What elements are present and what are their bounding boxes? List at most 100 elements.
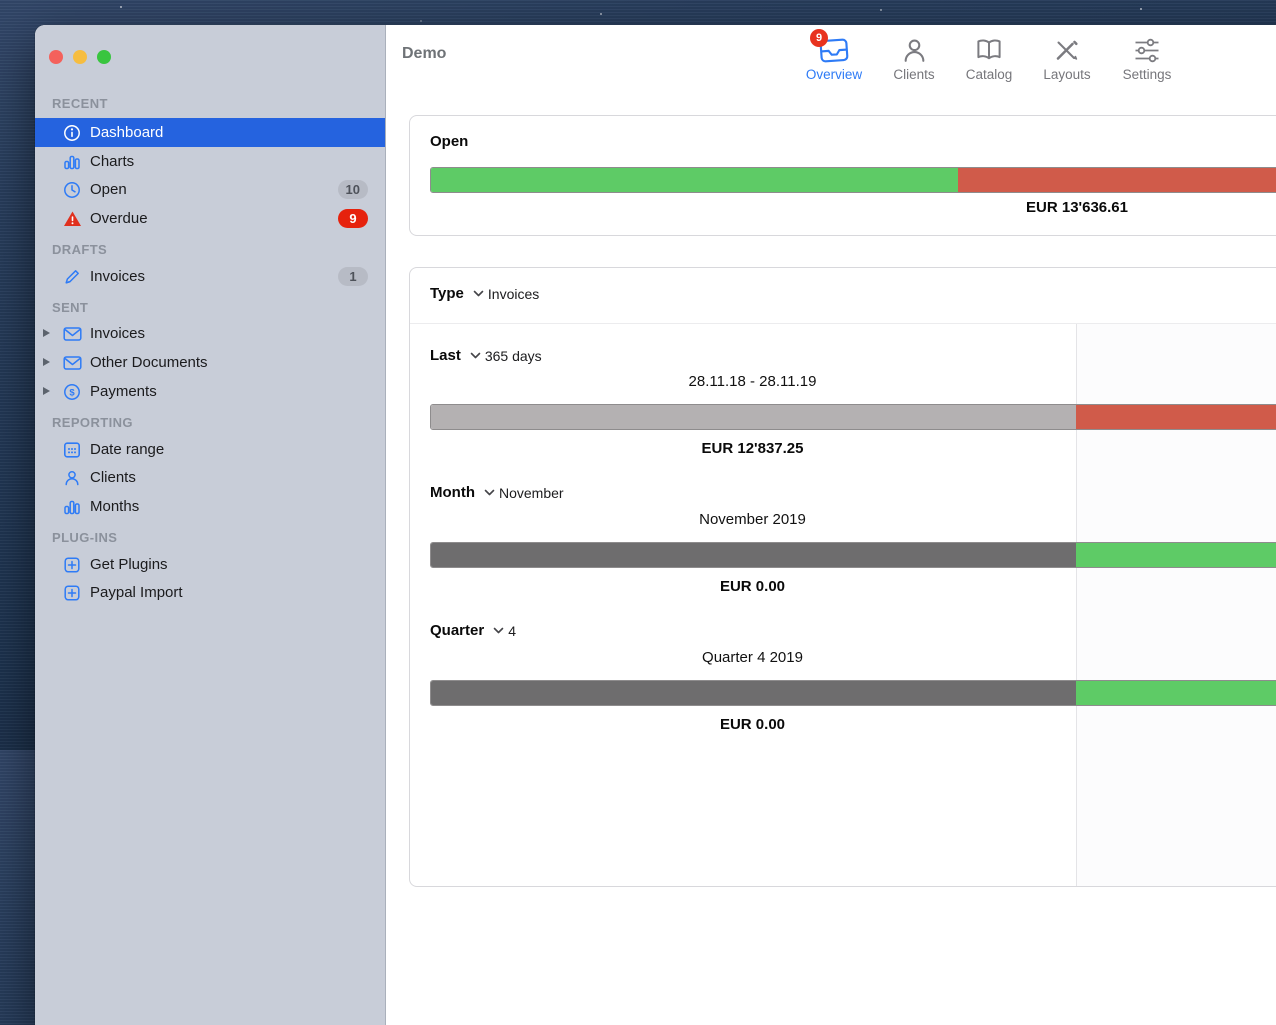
pencil-icon [62,267,82,287]
bar-chart-icon [62,152,82,172]
section-header-reporting: REPORTING [52,414,133,432]
inbox-tray-icon: 9 [819,32,849,64]
sidebar-item-label: Get Plugins [90,556,168,573]
zoom-button[interactable] [97,50,111,64]
bar-chart-icon [62,497,82,517]
dollar-circle-icon: $ [62,382,82,402]
sidebar-item-sent-invoices[interactable]: Invoices [35,319,385,348]
month-label: Month [430,484,475,501]
chevron-down-icon [473,289,484,298]
close-button[interactable] [49,50,63,64]
type-label: Type [430,285,464,302]
sidebar-item-months[interactable]: Months [35,492,385,521]
plus-square-icon [62,555,82,575]
person-icon [901,32,928,64]
bar-segment-dark [431,543,1076,567]
sidebar-item-open[interactable]: Open 10 [35,175,385,204]
book-icon [975,32,1003,64]
open-amount-label: EUR 13'636.61 [430,199,1276,216]
period-caption: 28.11.18 - 28.11.19 [430,373,1075,390]
bar-segment-red [958,168,1276,192]
period-amount: EUR 12'837.25 [430,440,1075,457]
sidebar-item-date-range[interactable]: Date range [35,435,385,464]
sidebar-item-label: Payments [90,383,157,400]
month-value: November [499,485,564,501]
sidebar-item-label: Clients [90,469,136,486]
sidebar-item-label: Paypal Import [90,584,183,601]
last-label: Last [430,347,461,364]
minimize-button[interactable] [73,50,87,64]
tab-label: Overview [806,67,862,82]
section-header-drafts: DRAFTS [52,241,107,259]
sidebar-item-overdue[interactable]: Overdue 9 [35,204,385,233]
bar-segment-green [1076,681,1276,705]
count-badge: 10 [338,180,368,199]
quarter-selector[interactable]: Quarter 4 [430,622,516,639]
last-value: 365 days [485,348,542,364]
sidebar-item-dashboard[interactable]: Dashboard [35,118,385,147]
quarter-value: 4 [508,623,516,639]
section-header-recent: RECENT [52,95,108,113]
open-summary-card: Open EUR 13'636.61 [409,115,1276,236]
sidebar-item-label: Date range [90,441,164,458]
disclosure-triangle-icon[interactable] [43,387,50,395]
bar-segment-gray [431,405,1076,429]
design-tools-icon [1053,32,1081,64]
month-bar [430,542,1276,568]
app-window: RECENT Dashboard Charts Open 10 Overdue [35,25,1276,1025]
open-amount-bar [430,167,1276,193]
bar-segment-green [1076,543,1276,567]
envelope-icon [62,324,82,344]
sidebar-item-paypal-import[interactable]: Paypal Import [35,578,385,607]
sidebar-item-clients[interactable]: Clients [35,463,385,492]
bar-segment-green [431,168,958,192]
warning-triangle-icon [62,209,82,229]
sidebar-item-charts[interactable]: Charts [35,147,385,176]
sidebar-item-get-plugins[interactable]: Get Plugins [35,550,385,579]
month-selector[interactable]: Month November [430,484,564,501]
type-report-card: Type Invoices Last 365 days 28.11.18 - 2… [409,267,1276,887]
disclosure-triangle-icon[interactable] [43,329,50,337]
period-caption: November 2019 [430,511,1075,528]
section-header-sent: SENT [52,299,88,317]
tab-label: Settings [1123,67,1172,82]
section-header-plugins: PLUG-INS [52,529,117,547]
tab-clients[interactable]: Clients [876,32,952,82]
bar-segment-dark [431,681,1076,705]
tab-layouts[interactable]: Layouts [1029,32,1105,82]
envelope-icon [62,353,82,373]
tab-label: Clients [893,67,934,82]
desktop-wallpaper [120,6,122,8]
plus-square-icon [62,583,82,603]
chevron-down-icon [493,626,504,635]
sidebar-item-other-documents[interactable]: Other Documents [35,348,385,377]
sidebar-item-label: Invoices [90,268,145,285]
calendar-icon [62,440,82,460]
count-badge: 1 [338,267,368,286]
tab-label: Catalog [966,67,1013,82]
sidebar-item-label: Dashboard [90,124,163,141]
sidebar: RECENT Dashboard Charts Open 10 Overdue [35,25,386,1025]
type-selector[interactable]: Type Invoices [430,285,539,302]
disclosure-triangle-icon[interactable] [43,358,50,366]
period-caption: Quarter 4 2019 [430,649,1075,666]
sliders-icon [1133,32,1161,64]
period-amount: EUR 0.00 [430,578,1075,595]
clock-icon [62,180,82,200]
last-period-selector[interactable]: Last 365 days [430,347,542,364]
sidebar-item-label: Charts [90,153,134,170]
sidebar-item-label: Other Documents [90,354,208,371]
quarter-label: Quarter [430,622,484,639]
chevron-down-icon [470,351,481,360]
tab-catalog[interactable]: Catalog [951,32,1027,82]
sidebar-item-label: Overdue [90,210,148,227]
tab-settings[interactable]: Settings [1109,32,1185,82]
sidebar-item-payments[interactable]: $ Payments [35,377,385,406]
period-amount: EUR 0.00 [430,716,1075,733]
tab-overview[interactable]: 9 Overview [796,32,872,82]
document-title: Demo [402,45,446,63]
sidebar-item-draft-invoices[interactable]: Invoices 1 [35,262,385,291]
sidebar-item-label: Months [90,498,139,515]
count-badge: 9 [338,209,368,228]
main-content: Demo 9 Overview Clients Catalog [386,25,1276,1025]
